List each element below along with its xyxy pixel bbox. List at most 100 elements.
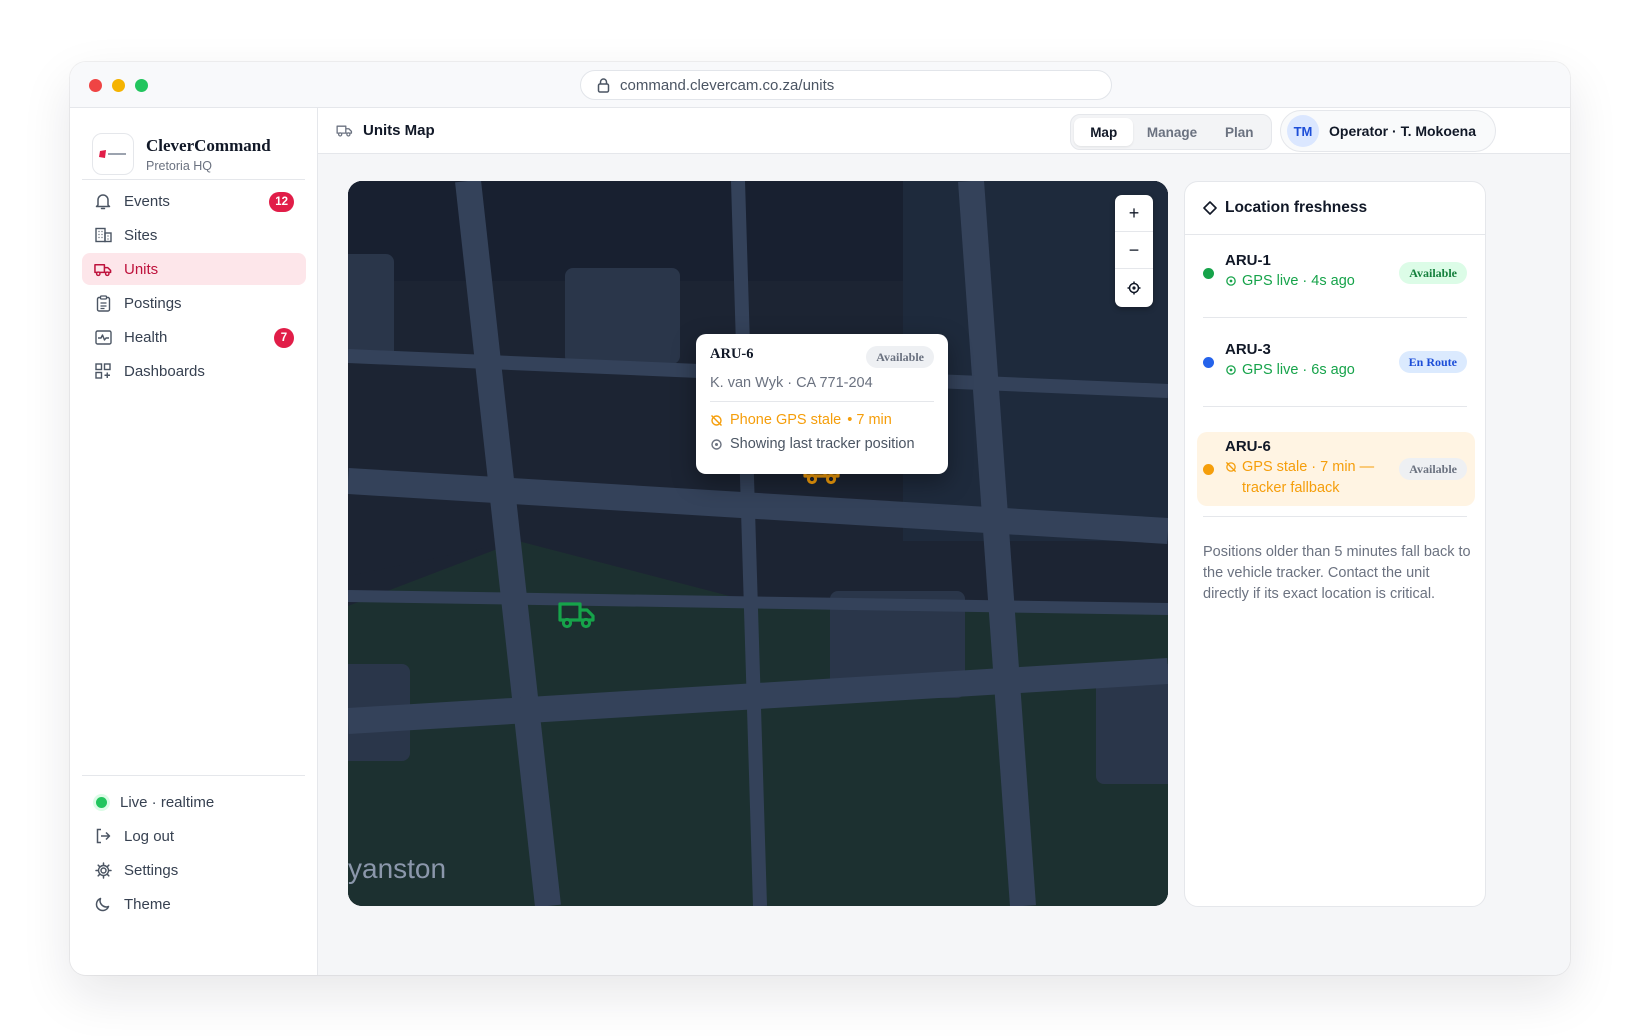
user-menu[interactable]: TM Operator · T. Mokoena [1280,110,1496,152]
unit-gps-status: GPS live · 4s ago [1225,271,1355,292]
status-dot [1203,464,1214,475]
clipboard-icon [94,294,112,312]
location-freshness-panel: Location freshness ARU-1 GPS live · 4s a… [1184,181,1486,907]
live-status: Live · realtime [82,786,306,818]
signal-off-icon [1225,461,1237,473]
sidebar-item-label: Events [124,192,170,210]
signal-off-icon [711,414,722,426]
units-map[interactable]: yanston + − ARU-6 Available K. van Wyk ·… [348,181,1168,906]
maximize-window-button[interactable] [135,79,148,92]
popup-warning-age: • 7 min [847,412,892,428]
popup-fallback-text: Showing last tracker position [730,436,915,452]
moon-icon [94,895,112,913]
browser-window: command.clevercam.co.za/units CleverComm… [70,62,1570,975]
sidebar-item-health[interactable]: Health 7 [82,321,306,353]
location-icon [1226,365,1236,375]
live-status-dot [95,796,107,808]
theme-button[interactable]: Theme [82,888,306,920]
address-bar[interactable]: command.clevercam.co.za/units [580,70,1112,100]
sidebar-item-postings[interactable]: Postings [82,287,306,319]
popup-fallback: Showing last tracker position [710,436,934,452]
events-count-badge: 12 [269,192,294,212]
theme-label: Theme [124,895,171,913]
location-icon [1226,276,1236,286]
zoom-in-button[interactable]: + [1115,195,1153,232]
gear-icon [94,861,112,879]
zoom-out-button[interactable]: − [1115,232,1153,269]
sidebar-divider [82,179,305,180]
locate-button[interactable] [1115,269,1153,306]
unit-popup: ARU-6 Available K. van Wyk · CA 771-204 … [696,334,948,474]
unit-gps-status: GPS live · 6s ago [1225,360,1355,381]
building-icon [94,226,112,244]
sidebar-nav: Events 12 Sites Units Postings Health 7 [82,185,306,389]
diamond-icon [1203,201,1217,215]
panel-title-text: Location freshness [1225,199,1368,216]
sidebar-item-sites[interactable]: Sites [82,219,306,251]
brand-name: CleverCommand [146,135,271,155]
unit-gps-status: GPS stale · 7 min — tracker fallback [1225,457,1375,499]
browser-titlebar: command.clevercam.co.za/units [70,62,1570,108]
minimize-window-button[interactable] [112,79,125,92]
page-header: Units Map Map Manage Plan TM Operator · … [318,108,1570,154]
row-divider [1203,317,1467,318]
unit-status-badge: Available [1399,458,1467,480]
truck-icon [94,260,112,278]
brand[interactable]: CleverCommand Pretoria HQ [92,128,302,180]
sidebar-item-events[interactable]: Events 12 [82,185,306,217]
status-dot [1203,357,1214,368]
logout-label: Log out [124,827,175,845]
map-tiles [348,181,1168,906]
unit-row-aru-1[interactable]: ARU-1 GPS live · 4s ago Available [1197,244,1475,322]
sidebar-item-label: Dashboards [124,362,205,380]
map-zoom-controls: + − [1115,195,1153,307]
popup-divider [710,401,934,402]
panel-title: Location freshness [1185,182,1485,235]
sidebar-item-dashboards[interactable]: Dashboards [82,355,306,387]
tab-map[interactable]: Map [1074,118,1134,146]
tab-manage[interactable]: Manage [1133,118,1210,146]
settings-button[interactable]: Settings [82,854,306,886]
brand-logo [92,133,134,175]
map-place-label: yanston [348,853,447,884]
unit-status-badge: Available [1399,262,1467,284]
sidebar-footer-divider [82,775,305,776]
view-tabs: Map Manage Plan [1070,114,1272,150]
unit-row-aru-3[interactable]: ARU-3 GPS live · 6s ago En Route [1197,333,1475,411]
truck-icon [336,125,353,137]
unit-status-text: GPS live · 6s ago [1242,362,1355,378]
popup-status-badge: Available [866,346,934,368]
health-count-badge: 7 [274,328,294,348]
bell-icon [94,192,112,210]
logout-icon [94,827,112,845]
grid-icon [94,362,112,380]
crosshair-icon [1127,281,1141,294]
unit-status-text: GPS stale · 7 min — tracker fallback [1242,459,1375,496]
page-title: Units Map [336,122,435,139]
sidebar: CleverCommand Pretoria HQ Events 12 Site… [70,108,318,975]
sidebar-item-label: Postings [124,294,182,312]
tab-plan[interactable]: Plan [1211,118,1268,146]
unit-row-aru-6[interactable]: ARU-6 GPS stale · 7 min — tracker fallba… [1197,432,1475,506]
user-name: Operator · T. Mokoena [1329,123,1477,139]
freshness-note: Positions older than 5 minutes fall back… [1203,544,1471,602]
row-divider [1203,516,1467,517]
logout-button[interactable]: Log out [82,820,306,852]
brand-subtitle: Pretoria HQ [146,158,212,173]
unit-name: ARU-3 [1225,341,1271,358]
popup-warning-text: Phone GPS stale [730,412,842,428]
sidebar-item-label: Health [124,328,168,346]
lock-icon [597,77,610,93]
popup-driver: K. van Wyk · CA 771-204 [710,375,873,391]
close-window-button[interactable] [89,79,102,92]
unit-marker-aru-1[interactable] [558,599,596,629]
pulse-icon [94,328,112,346]
location-icon [711,438,722,450]
unit-name: ARU-1 [1225,252,1271,269]
main-content: yanston + − ARU-6 Available K. van Wyk ·… [318,154,1570,975]
unit-status-badge: En Route [1398,351,1467,373]
unit-name: ARU-6 [1225,438,1271,455]
sidebar-item-label: Units [124,260,159,278]
unit-status-text: GPS live · 4s ago [1242,273,1355,289]
sidebar-item-units[interactable]: Units [82,253,306,285]
